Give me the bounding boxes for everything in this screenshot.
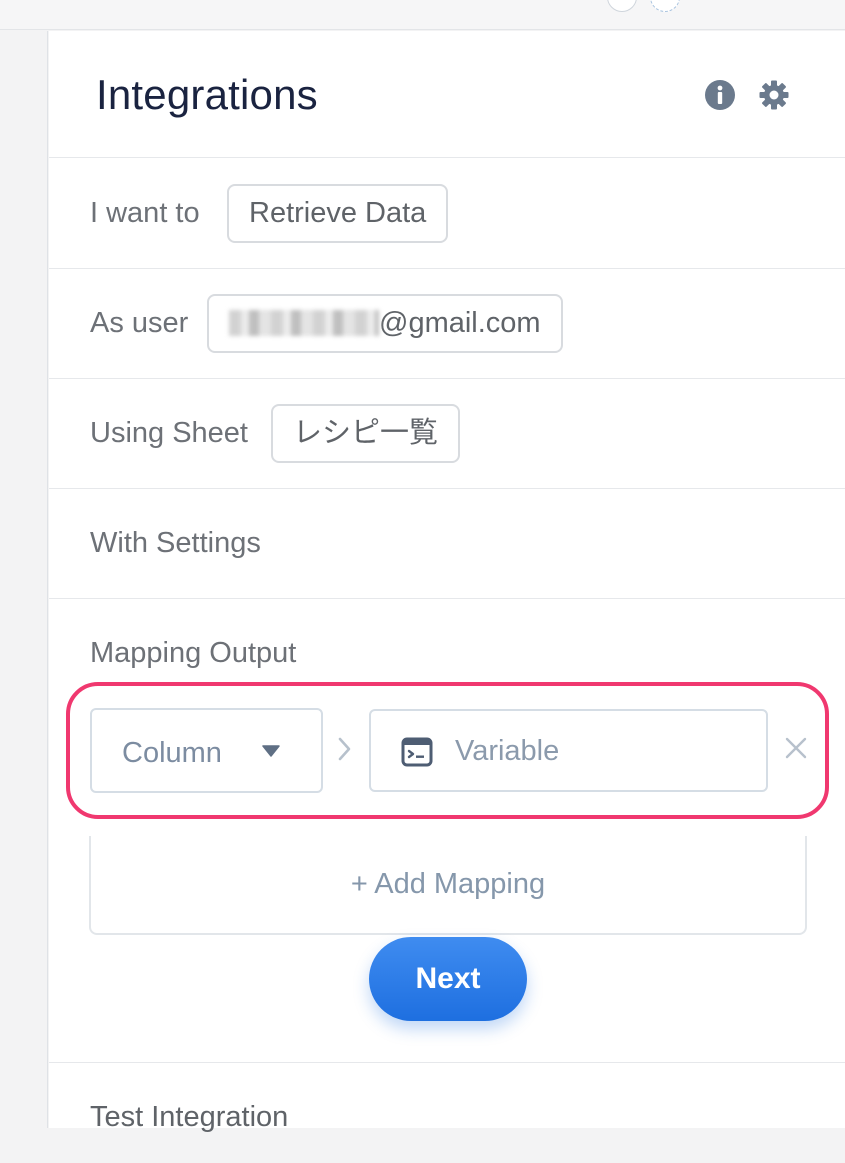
chevron-right-icon <box>338 737 351 761</box>
panel-header: Integrations <box>49 31 845 158</box>
top-bar <box>0 0 845 30</box>
test-integration-label: Test Integration <box>90 1101 289 1133</box>
gear-icon[interactable] <box>758 79 790 111</box>
column-select[interactable]: Column <box>90 708 323 793</box>
variable-input[interactable] <box>455 729 755 773</box>
row-test-integration[interactable]: Test Integration <box>49 1063 845 1163</box>
page-title: Integrations <box>96 71 318 118</box>
row-label: With Settings <box>90 527 261 559</box>
row-label: I want to <box>90 197 200 229</box>
info-icon[interactable] <box>704 79 736 111</box>
row-user: As user @gmail.com <box>49 269 845 379</box>
next-button[interactable]: Next <box>369 937 527 1021</box>
row-action: I want to Retrieve Data <box>49 159 845 269</box>
close-icon[interactable] <box>784 736 808 760</box>
variable-field[interactable] <box>369 709 768 792</box>
caret-down-icon <box>262 745 280 757</box>
column-select-label: Column <box>122 737 222 769</box>
avatar-decoration <box>607 0 637 12</box>
left-sidebar-strip <box>0 31 48 1128</box>
row-label: Using Sheet <box>90 417 248 449</box>
integrations-panel: Integrations I want to Retrieve Data As … <box>49 31 845 1133</box>
avatar-decoration-dashed <box>650 0 680 12</box>
action-select[interactable]: Retrieve Data <box>227 184 449 243</box>
mapping-output-section: Mapping Output Column + Add Mapping <box>49 599 845 1063</box>
add-mapping-label: + Add Mapping <box>350 868 546 900</box>
row-settings[interactable]: With Settings <box>49 489 845 599</box>
variable-icon <box>401 737 433 767</box>
row-sheet: Using Sheet レシピ一覧 <box>49 379 845 489</box>
redacted-email <box>229 310 379 336</box>
email-domain: @gmail.com <box>379 307 541 339</box>
sheet-select[interactable]: レシピ一覧 <box>271 404 461 463</box>
row-label: As user <box>90 307 189 339</box>
user-select[interactable]: @gmail.com <box>207 294 563 353</box>
add-mapping-button[interactable]: + Add Mapping <box>89 836 807 935</box>
mapping-label: Mapping Output <box>90 637 297 669</box>
